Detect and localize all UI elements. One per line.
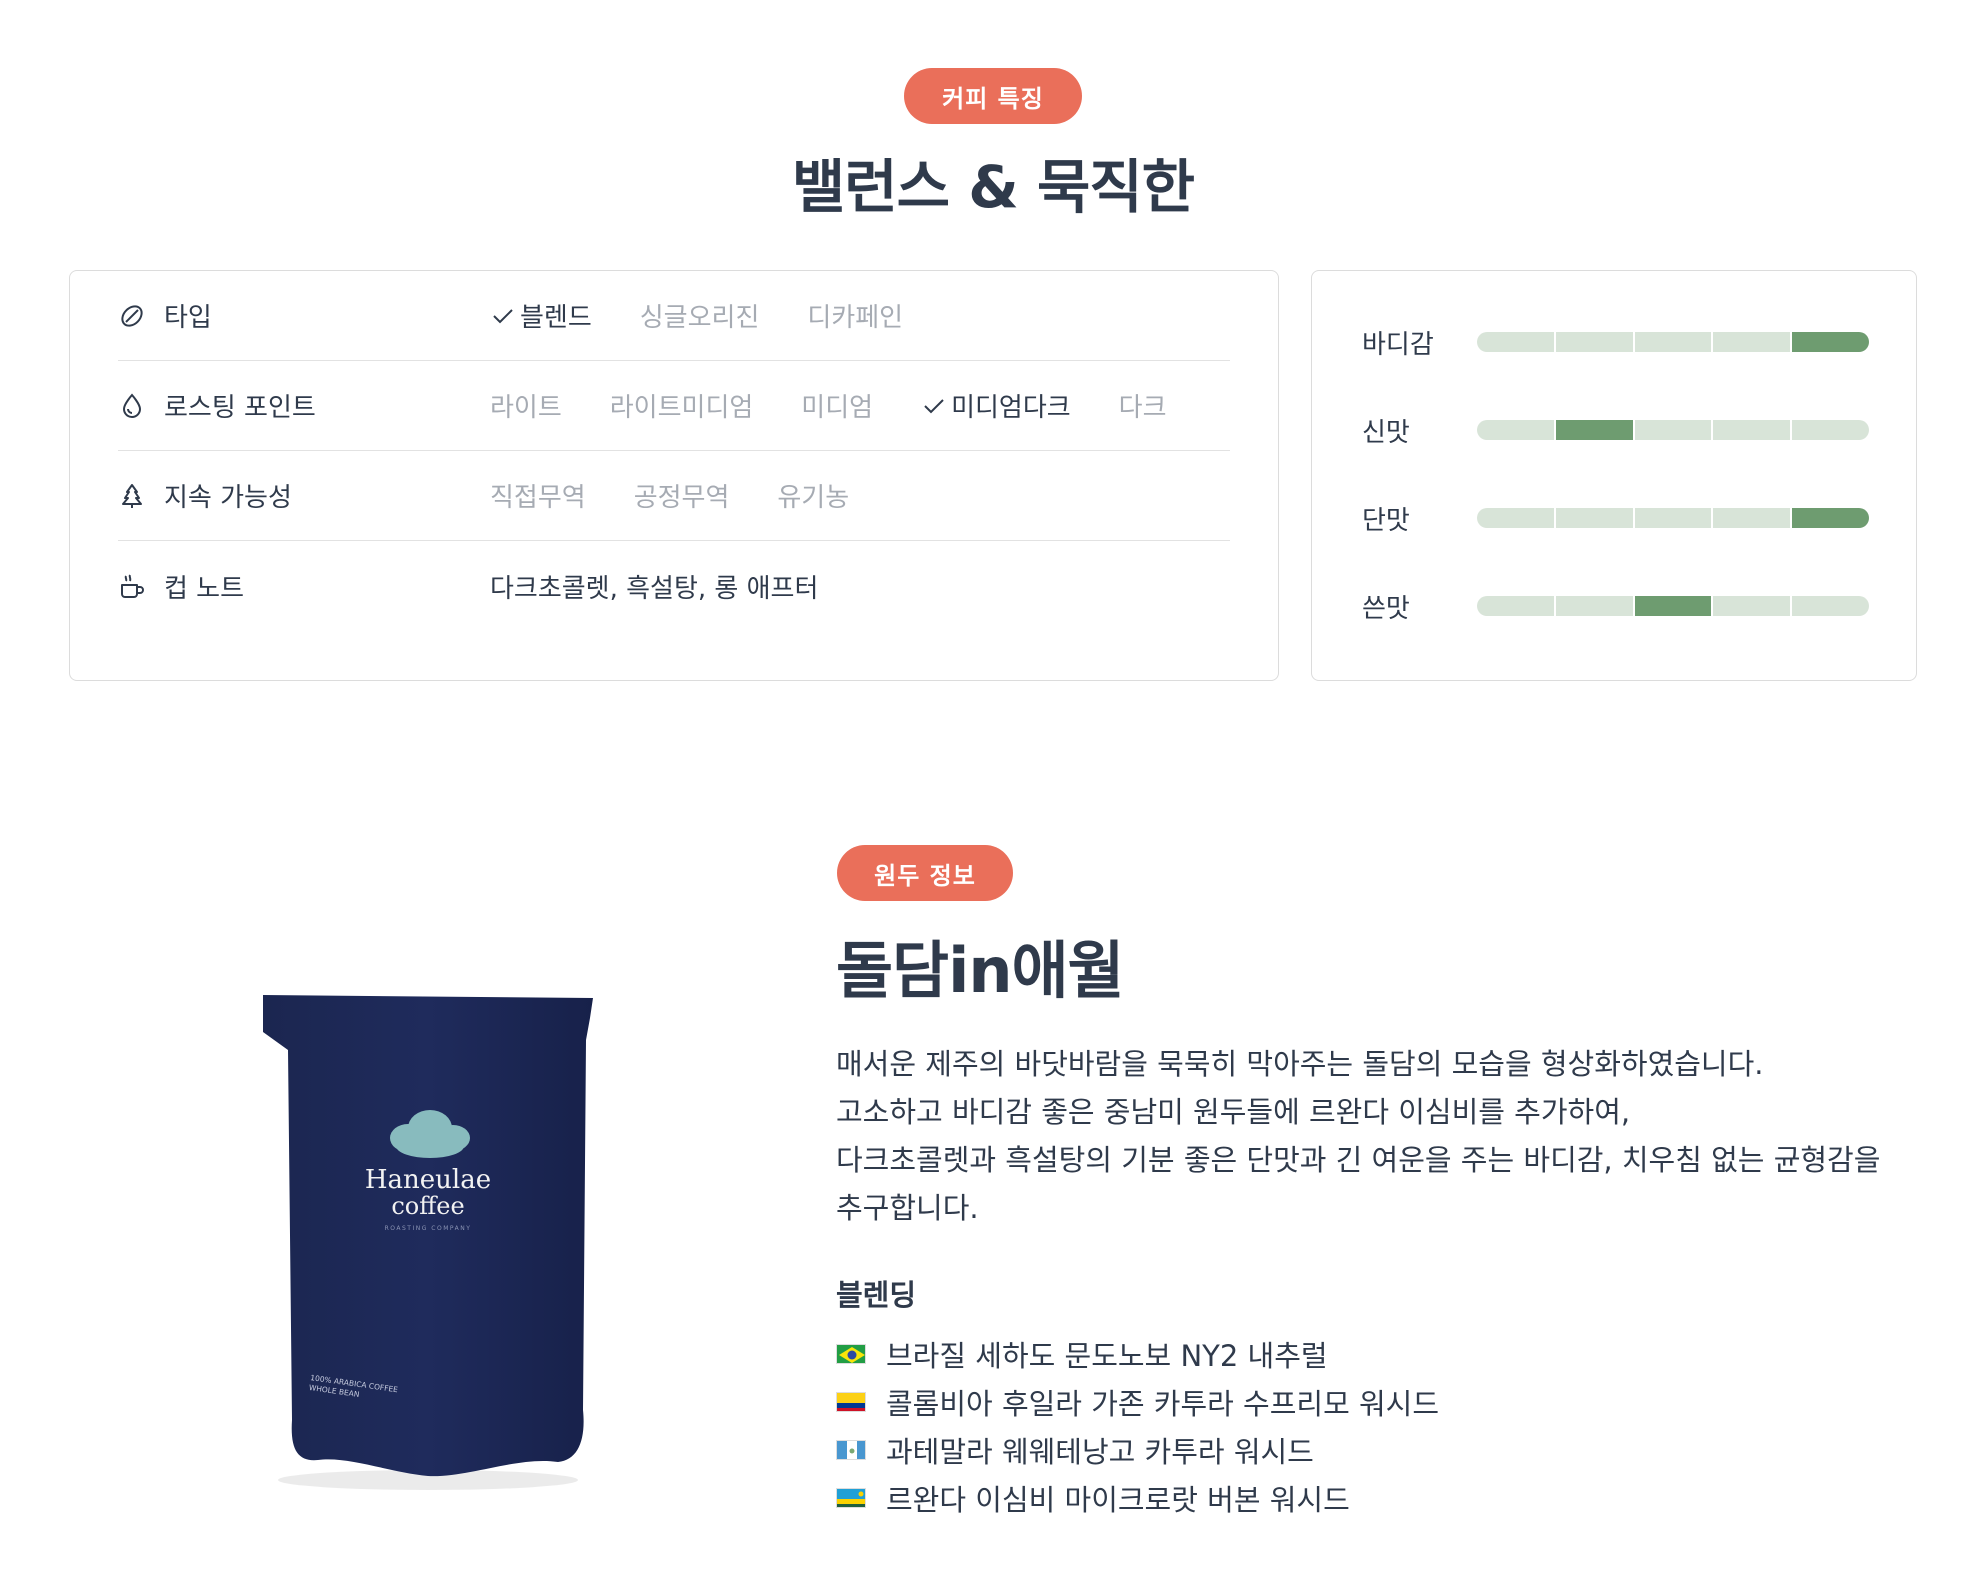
- attr-label: 타입: [164, 303, 212, 333]
- option-single-origin[interactable]: 싱글오리진: [640, 297, 760, 334]
- taste-bar-sweetness: [1477, 508, 1869, 528]
- blend-name: 르완다 이심비 마이크로랏 버본 워시드: [886, 1483, 1350, 1517]
- option-light-medium[interactable]: 라이트미디엄: [610, 387, 754, 424]
- bag-brand-line1: Haneulae: [365, 1165, 491, 1195]
- option-medium-dark[interactable]: 미디엄다크: [921, 387, 1071, 424]
- blend-item: 브라질 세하도 문도노보 NY2 내추럴: [836, 1330, 1439, 1378]
- option-medium[interactable]: 미디엄: [801, 387, 873, 424]
- option-dark[interactable]: 다크: [1119, 387, 1167, 424]
- attributes-card: 타입 블렌드 싱글오리진 디카페인 로스팅 포인트 라이트 라이트미디엄 미디엄…: [69, 270, 1279, 681]
- taste-bar-acidity: [1477, 420, 1869, 440]
- taste-bar-segment: [1634, 332, 1712, 352]
- bag-brand-line2: coffee: [391, 1192, 464, 1220]
- blend-list: 브라질 세하도 문도노보 NY2 내추럴 콜롬비아 후일라 가존 카투라 수프리…: [836, 1330, 1439, 1522]
- colombia-flag-icon: [836, 1392, 866, 1412]
- blend-name: 브라질 세하도 문도노보 NY2 내추럴: [886, 1339, 1328, 1373]
- description-line: 추구합니다.: [836, 1191, 979, 1225]
- taste-bar-segment: [1634, 508, 1712, 528]
- coffee-bag-image: Haneulae coffee ROASTING COMPANY 100% AR…: [248, 990, 608, 1500]
- coffee-features-badge: 커피 특징: [904, 68, 1082, 124]
- taste-bar-segment: [1555, 332, 1633, 352]
- taste-bar-segment: [1713, 332, 1791, 352]
- blend-item: 르완다 이심비 마이크로랏 버본 워시드: [836, 1474, 1439, 1522]
- tree-icon: [118, 482, 146, 510]
- taste-row-acidity: 신맛: [1362, 410, 1872, 450]
- taste-row-body: 바디감: [1362, 322, 1872, 362]
- attr-row-sustainability: 지속 가능성 직접무역 공정무역 유기농: [118, 451, 1230, 541]
- coffee-bean-icon: [118, 302, 146, 330]
- blending-heading: 블렌딩: [836, 1278, 917, 1312]
- guatemala-flag-icon: [836, 1440, 866, 1460]
- taste-bar-segment: [1555, 508, 1633, 528]
- taste-bar-segment: [1792, 508, 1869, 528]
- attr-row-roasting: 로스팅 포인트 라이트 라이트미디엄 미디엄 미디엄다크 다크: [118, 361, 1230, 451]
- taste-bar-segment: [1713, 420, 1791, 440]
- option-blend[interactable]: 블렌드: [490, 297, 592, 334]
- taste-label: 바디감: [1362, 329, 1434, 360]
- taste-profile-card: 바디감 신맛 단맛 쓴맛: [1311, 270, 1917, 681]
- bag-brand-sub: ROASTING COMPANY: [385, 1225, 472, 1232]
- type-options: 블렌드 싱글오리진 디카페인: [490, 297, 951, 334]
- taste-bar-segment: [1713, 596, 1791, 616]
- features-title: 밸런스 & 묵직한: [791, 153, 1195, 221]
- taste-bar-segment: [1477, 508, 1554, 528]
- blend-name: 콜롬비아 후일라 가존 카투라 수프리모 워시드: [886, 1387, 1440, 1421]
- sustainability-options: 직접무역 공정무역 유기농: [490, 477, 897, 514]
- cup-notes-text: 다크초콜렛, 흑설탕, 롱 애프터: [490, 573, 819, 604]
- taste-bar-segment: [1555, 420, 1633, 440]
- taste-bar-segment: [1555, 596, 1633, 616]
- blend-name: 과테말라 웨웨테낭고 카투라 워시드: [886, 1435, 1314, 1469]
- taste-row-sweetness: 단맛: [1362, 498, 1872, 538]
- option-organic[interactable]: 유기농: [777, 477, 849, 514]
- taste-bar-segment: [1634, 596, 1712, 616]
- rwanda-flag-icon: [836, 1488, 866, 1508]
- option-light[interactable]: 라이트: [490, 387, 562, 424]
- taste-bar-segment: [1634, 420, 1712, 440]
- description-line: 매서운 제주의 바닷바람을 묵묵히 막아주는 돌담의 모습을 형상화하였습니다.: [836, 1047, 1764, 1081]
- attr-row-type: 타입 블렌드 싱글오리진 디카페인: [118, 271, 1230, 361]
- bean-title: 돌담in애월: [836, 934, 1125, 1007]
- taste-bar-segment: [1792, 420, 1869, 440]
- description-line: 고소하고 바디감 좋은 중남미 원두들에 르완다 이심비를 추가하여,: [836, 1095, 1631, 1129]
- taste-bar-bitterness: [1477, 596, 1869, 616]
- check-icon: [493, 308, 513, 323]
- drop-icon: [118, 392, 146, 420]
- taste-bar-body: [1477, 332, 1869, 352]
- taste-bar-segment: [1792, 332, 1869, 352]
- blend-item: 과테말라 웨웨테낭고 카투라 워시드: [836, 1426, 1439, 1474]
- option-fair-trade[interactable]: 공정무역: [634, 477, 730, 514]
- taste-bar-segment: [1713, 508, 1791, 528]
- brazil-flag-icon: [836, 1344, 866, 1364]
- taste-label: 단맛: [1362, 505, 1410, 536]
- taste-label: 신맛: [1362, 417, 1410, 448]
- taste-bar-segment: [1477, 332, 1554, 352]
- attr-label: 로스팅 포인트: [164, 393, 316, 423]
- taste-bar-segment: [1477, 420, 1554, 440]
- taste-label: 쓴맛: [1362, 593, 1410, 624]
- cup-icon: [118, 572, 146, 600]
- bean-description: 매서운 제주의 바닷바람을 묵묵히 막아주는 돌담의 모습을 형상화하였습니다.…: [836, 1040, 1916, 1232]
- option-decaf[interactable]: 디카페인: [807, 297, 903, 334]
- attr-label: 컵 노트: [164, 573, 245, 604]
- attr-row-cup-notes: 컵 노트 다크초콜렛, 흑설탕, 롱 애프터: [118, 541, 1230, 631]
- roasting-options: 라이트 라이트미디엄 미디엄 미디엄다크 다크: [490, 387, 1215, 424]
- taste-bar-segment: [1792, 596, 1869, 616]
- taste-row-bitterness: 쓴맛: [1362, 586, 1872, 626]
- attr-label: 지속 가능성: [164, 483, 292, 513]
- description-line: 다크초콜렛과 흑설탕의 기분 좋은 단맛과 긴 여운을 주는 바디감, 치우침 …: [836, 1143, 1881, 1177]
- bean-info-badge: 원두 정보: [837, 845, 1013, 901]
- check-icon: [924, 398, 944, 413]
- taste-bar-segment: [1477, 596, 1554, 616]
- option-direct-trade[interactable]: 직접무역: [490, 477, 586, 514]
- blend-item: 콜롬비아 후일라 가존 카투라 수프리모 워시드: [836, 1378, 1439, 1426]
